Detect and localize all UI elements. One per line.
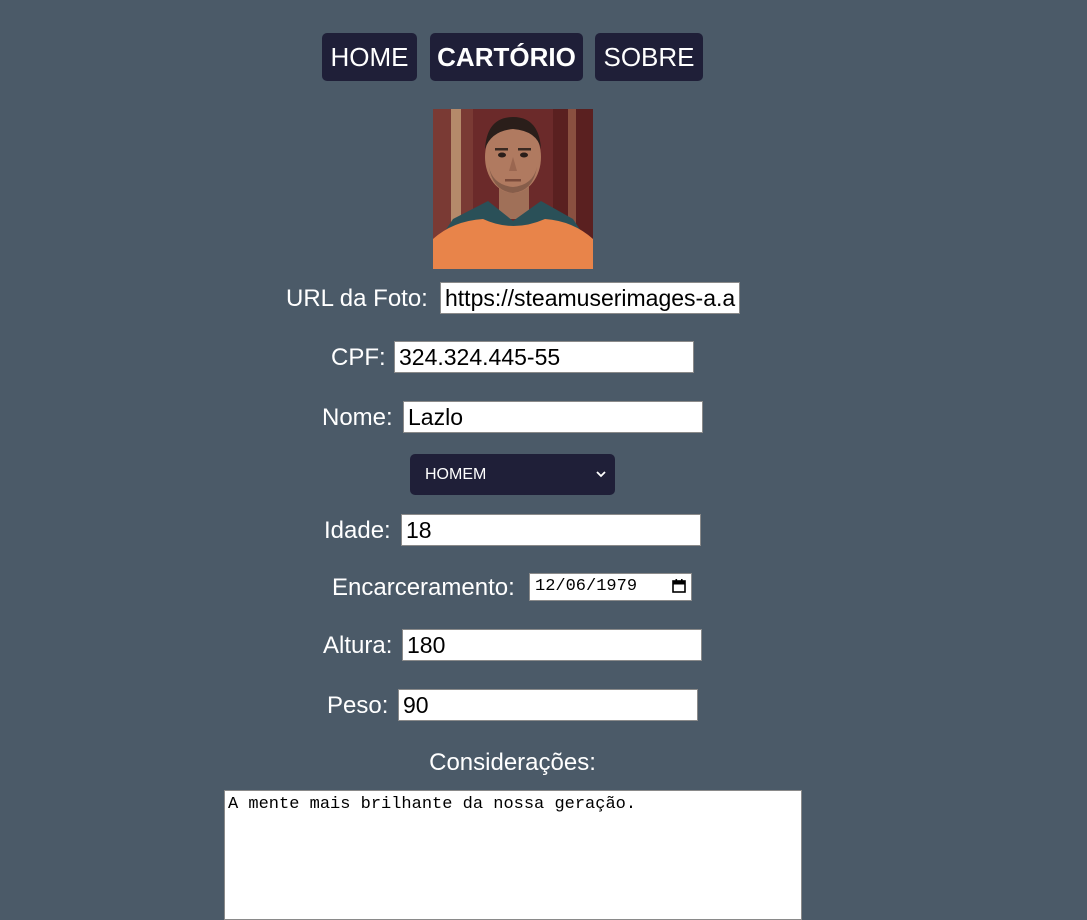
- nav-home-button[interactable]: HOME: [322, 33, 417, 81]
- sexo-selected-value: HOMEM: [425, 466, 487, 483]
- foto-url-input[interactable]: https://steamuserimages-a.a: [440, 282, 740, 314]
- profile-photo: [433, 109, 593, 269]
- encarceramento-date-input[interactable]: 12/06/1979: [529, 573, 692, 601]
- encarceramento-row: Encarceramento: 12/06/1979: [0, 571, 1087, 605]
- idade-label: Idade:: [324, 517, 391, 544]
- nome-input[interactable]: Lazlo: [403, 401, 703, 433]
- altura-label: Altura:: [323, 632, 393, 659]
- encarceramento-date-value: 12/06/1979: [535, 577, 638, 596]
- consideracoes-textarea[interactable]: A mente mais brilhante da nossa geração.: [224, 790, 802, 920]
- foto-row: URL da Foto: https://steamuserimages-a.a: [0, 282, 1087, 316]
- cpf-row: CPF: 324.324.445-55: [0, 341, 1087, 375]
- calendar-icon[interactable]: [672, 579, 686, 593]
- peso-input[interactable]: 90: [398, 689, 698, 721]
- nav-sobre-button[interactable]: SOBRE: [595, 33, 703, 81]
- main-nav: HOME CARTÓRIO SOBRE: [0, 33, 1087, 81]
- chevron-down-icon: [596, 471, 606, 478]
- altura-input[interactable]: 180: [402, 629, 702, 661]
- profile-photo-image: [433, 109, 593, 269]
- nav-cartorio-button[interactable]: CARTÓRIO: [430, 33, 583, 81]
- peso-label: Peso:: [327, 692, 389, 719]
- altura-row: Altura: 180: [0, 629, 1087, 663]
- cpf-label: CPF:: [331, 344, 386, 371]
- idade-row: Idade: 18: [0, 514, 1087, 548]
- nome-row: Nome: Lazlo: [0, 401, 1087, 435]
- nome-label: Nome:: [322, 404, 393, 431]
- consideracoes-label: Considerações:: [429, 749, 596, 776]
- encarceramento-label: Encarceramento:: [332, 574, 515, 601]
- sexo-select[interactable]: HOMEM: [410, 454, 615, 495]
- idade-input[interactable]: 18: [401, 514, 701, 546]
- foto-label: URL da Foto:: [286, 285, 428, 312]
- peso-row: Peso: 90: [0, 689, 1087, 723]
- cpf-input[interactable]: 324.324.445-55: [394, 341, 694, 373]
